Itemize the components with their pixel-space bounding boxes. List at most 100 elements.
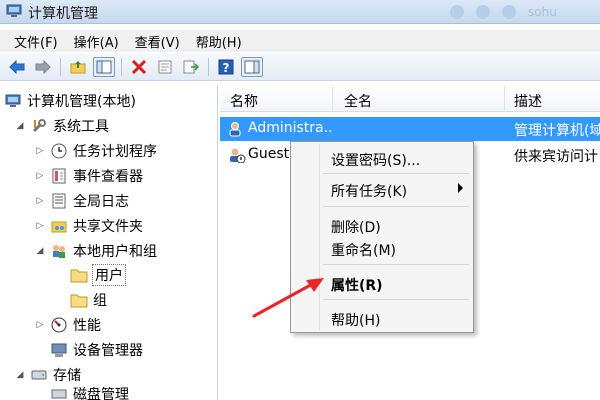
user-icon	[228, 121, 246, 137]
toolbar: ?	[0, 53, 600, 81]
window-title: 计算机管理	[28, 6, 98, 22]
properties-icon	[158, 60, 172, 73]
column-header-description[interactable]: 描述	[514, 91, 542, 111]
list-header: 名称 全名 描述	[220, 86, 600, 112]
device-manager-icon	[50, 342, 68, 358]
menu-action[interactable]: 操作(A)	[74, 32, 119, 51]
up-level-button[interactable]	[67, 57, 89, 77]
tree-item-label: 系统工具	[53, 119, 109, 135]
help-button[interactable]: ?	[215, 57, 237, 77]
expand-triangle-icon[interactable]: ▷	[34, 196, 46, 206]
toolbar-separator	[60, 57, 61, 76]
event-viewer-icon	[50, 168, 68, 184]
forward-arrow-icon	[35, 59, 51, 74]
toolbar-separator	[121, 57, 122, 76]
menu-item-set-password[interactable]: 设置密码(S)...	[293, 147, 471, 169]
tree-item-task-scheduler[interactable]: ▷ 任务计划程序	[34, 140, 157, 162]
tree-item-label: 磁盘管理	[73, 387, 129, 400]
disabled-user-icon	[228, 147, 246, 164]
titlebar-background-deco: sohu	[450, 2, 600, 22]
column-divider[interactable]	[332, 86, 333, 112]
menu-help[interactable]: 帮助(H)	[196, 32, 242, 51]
tree-item-label: 全局日志	[73, 194, 129, 210]
menu-separator	[323, 173, 469, 174]
performance-icon	[50, 317, 68, 333]
shared-folder-icon	[50, 218, 68, 234]
menu-view[interactable]: 查看(V)	[135, 32, 180, 51]
log-icon	[50, 193, 68, 209]
collapse-triangle-icon[interactable]: ◢	[14, 121, 26, 131]
tree-item-system-tools[interactable]: ◢ 系统工具	[14, 115, 109, 137]
column-header-fullname[interactable]: 全名	[344, 91, 372, 111]
tree-item-label: 设备管理器	[73, 343, 143, 359]
annotation-arrow-icon	[252, 278, 324, 318]
menu-separator	[323, 264, 469, 265]
show-hide-action-pane-icon	[244, 60, 260, 73]
tree-item-label: 存储	[53, 368, 81, 384]
column-divider[interactable]	[504, 86, 505, 112]
tree-item-label: 计算机管理(本地)	[27, 94, 136, 110]
tree-item-label: 事件查看器	[73, 169, 143, 185]
show-hide-tree-button[interactable]	[93, 56, 115, 77]
decor-circle-icon	[450, 5, 464, 19]
help-icon: ?	[218, 59, 234, 75]
expand-triangle-icon[interactable]: ▷	[34, 221, 46, 231]
computer-management-icon	[4, 93, 22, 109]
collapse-triangle-icon[interactable]: ◢	[34, 246, 46, 256]
show-hide-tree-icon	[96, 60, 112, 73]
users-groups-icon	[50, 243, 68, 259]
console-tree: 计算机管理(本地) ◢ 系统工具 ▷ 任务计划程序 ▷ 事件查看器 ▷ 全局日志…	[0, 86, 218, 400]
title-bar: 计算机管理 sohu	[0, 0, 600, 24]
expand-triangle-icon[interactable]: ▷	[34, 171, 46, 181]
menu-bar: 文件(F) 操作(A) 查看(V) 帮助(H)	[0, 30, 600, 52]
tree-item-label: 组	[93, 293, 107, 309]
user-name: Administra...	[248, 120, 332, 136]
tree-item-shared-folders[interactable]: ▷ 共享文件夹	[34, 215, 143, 237]
tree-item-disk-management[interactable]: 磁盘管理	[50, 387, 129, 400]
tree-item-local-users-groups[interactable]: ◢ 本地用户和组	[34, 240, 157, 262]
up-folder-icon	[70, 60, 86, 73]
decor-circle-icon	[476, 5, 490, 19]
back-arrow-icon	[9, 59, 25, 74]
forward-button[interactable]	[32, 57, 54, 77]
properties-button[interactable]	[154, 57, 176, 77]
user-description: 管理计算机(域	[514, 123, 600, 139]
menu-item-delete[interactable]: 删除(D)	[293, 214, 471, 236]
tree-item-groups[interactable]: 组	[70, 289, 107, 311]
expand-triangle-icon[interactable]: ▷	[34, 320, 46, 330]
tools-icon	[30, 118, 48, 134]
menu-item-rename[interactable]: 重命名(M)	[293, 237, 471, 259]
tree-item-label: 本地用户和组	[73, 244, 157, 260]
collapse-triangle-icon[interactable]: ◢	[14, 370, 26, 380]
tree-item-users[interactable]: 用户	[70, 264, 126, 286]
storage-icon	[30, 367, 48, 383]
menu-item-label: 重命名(M)	[331, 243, 397, 259]
tree-item-global-log[interactable]: ▷ 全局日志	[34, 190, 129, 212]
export-list-button[interactable]	[180, 57, 202, 77]
column-header-name[interactable]: 名称	[230, 91, 258, 111]
tree-item-device-manager[interactable]: 设备管理器	[50, 339, 143, 361]
expand-triangle-icon[interactable]: ▷	[34, 146, 46, 156]
tree-item-root[interactable]: 计算机管理(本地)	[4, 90, 136, 112]
tree-item-event-viewer[interactable]: ▷ 事件查看器	[34, 165, 143, 187]
tree-item-performance[interactable]: ▷ 性能	[34, 314, 101, 336]
menu-item-all-tasks[interactable]: 所有任务(K)	[293, 178, 471, 200]
menu-separator	[323, 206, 469, 207]
tree-item-label: 任务计划程序	[73, 144, 157, 160]
folder-icon	[70, 267, 88, 283]
export-list-icon	[183, 60, 199, 73]
menu-item-label: 所有任务(K)	[331, 184, 408, 200]
svg-text:?: ?	[223, 61, 230, 75]
delete-button[interactable]	[128, 57, 150, 77]
tree-item-storage[interactable]: ◢ 存储	[14, 364, 81, 386]
menu-file[interactable]: 文件(F)	[14, 32, 58, 51]
tree-item-label: 性能	[73, 318, 101, 334]
titlebar-fragment-text: sohu	[528, 5, 557, 19]
submenu-arrow-icon	[458, 183, 463, 193]
menu-item-label: 删除(D)	[331, 220, 381, 236]
menu-item-label: 设置密码(S)...	[331, 153, 421, 169]
disk-icon	[50, 387, 68, 400]
user-row-administrator[interactable]: Administra... 管理计算机(域	[220, 117, 600, 141]
show-hide-action-pane-button[interactable]	[241, 56, 263, 77]
back-button[interactable]	[6, 57, 28, 77]
